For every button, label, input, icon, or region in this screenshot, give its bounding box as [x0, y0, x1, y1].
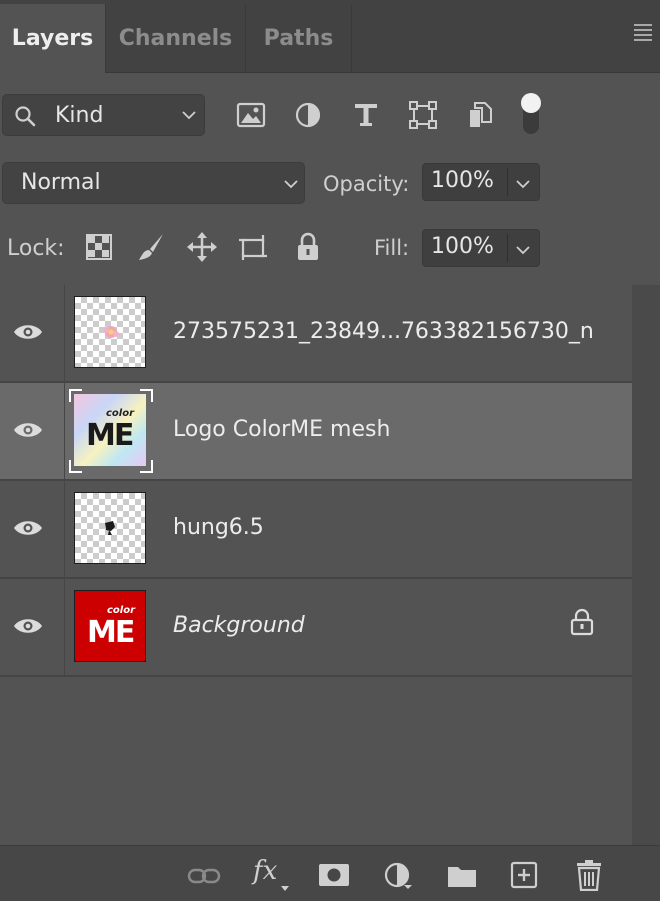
- lock-image-pixels-icon[interactable]: [136, 231, 168, 263]
- eye-icon: [14, 325, 42, 339]
- tab-channels[interactable]: Channels: [106, 4, 246, 72]
- new-adjustment-layer-icon[interactable]: [384, 862, 412, 890]
- chevron-down-icon: [182, 111, 196, 120]
- lock-artboard-icon[interactable]: [236, 231, 270, 263]
- smart-object-filter-icon[interactable]: [466, 100, 494, 130]
- kind-filter-label: Kind: [55, 103, 104, 128]
- figure-image: [105, 521, 115, 535]
- tab-paths-label: Paths: [263, 25, 334, 51]
- opacity-value: 100%: [431, 168, 494, 193]
- image-filter-icon[interactable]: [236, 101, 266, 129]
- layer-name[interactable]: 273575231_23849...763382156730_n: [173, 319, 594, 344]
- chevron-down-icon[interactable]: [515, 178, 531, 190]
- visibility-toggle[interactable]: [0, 579, 65, 675]
- eye-icon: [14, 619, 42, 633]
- tab-paths[interactable]: Paths: [246, 4, 352, 72]
- tab-layers-label: Layers: [11, 26, 94, 51]
- layer-thumbnail: color ME: [74, 590, 146, 662]
- chevron-down-icon: [284, 180, 298, 189]
- layers-bottom-toolbar: fx: [0, 845, 660, 901]
- panel-menu-icon[interactable]: [634, 24, 656, 46]
- layer-name[interactable]: Background: [173, 613, 305, 638]
- adjustment-filter-icon[interactable]: [294, 101, 322, 129]
- new-group-icon[interactable]: [446, 863, 478, 889]
- chevron-down-icon[interactable]: [515, 244, 531, 256]
- fill-field[interactable]: 100%: [422, 229, 540, 267]
- thumb-logo-main-text: ME: [87, 615, 135, 650]
- blend-mode-value: Normal: [21, 170, 101, 195]
- selection-brackets: [69, 389, 153, 473]
- delete-layer-icon[interactable]: [576, 859, 602, 891]
- layers-scrollbar[interactable]: [632, 285, 660, 845]
- opacity-label: Opacity:: [323, 172, 410, 196]
- shape-filter-icon[interactable]: [408, 100, 438, 130]
- fill-value: 100%: [431, 234, 494, 259]
- flower-image: [103, 326, 119, 338]
- layer-thumbnail: [74, 296, 146, 368]
- type-filter-icon[interactable]: [352, 101, 380, 129]
- layer-style-fx-icon[interactable]: fx: [253, 856, 277, 886]
- blend-mode-select[interactable]: Normal: [2, 162, 305, 204]
- kind-filter-select[interactable]: Kind: [2, 94, 205, 136]
- lock-all-icon[interactable]: [294, 231, 322, 263]
- opacity-field[interactable]: 100%: [422, 163, 540, 201]
- tab-channels-label: Channels: [118, 25, 233, 51]
- lock-transparent-pixels-icon[interactable]: [86, 234, 112, 260]
- layers-list: 273575231_23849...763382156730_n color M…: [0, 285, 632, 677]
- visibility-toggle[interactable]: [0, 285, 65, 381]
- layer-name[interactable]: hung6.5: [173, 515, 264, 540]
- tab-layers[interactable]: Layers: [0, 4, 106, 73]
- lock-label: Lock:: [7, 236, 65, 261]
- search-icon: [15, 106, 36, 127]
- fx-dropdown-indicator: [281, 886, 289, 891]
- link-layers-icon[interactable]: [187, 866, 221, 886]
- new-layer-icon[interactable]: [510, 861, 538, 889]
- fill-label: Fill:: [374, 236, 410, 260]
- filter-toggle-icon[interactable]: [520, 93, 542, 135]
- layer-row-selected[interactable]: color ME Logo ColorME mesh: [0, 383, 632, 481]
- layer-lock-icon[interactable]: [570, 608, 594, 636]
- visibility-toggle[interactable]: [0, 383, 65, 479]
- panel-tab-bar: Layers Channels Paths: [0, 0, 660, 73]
- lock-position-icon[interactable]: [186, 231, 218, 263]
- layer-row[interactable]: 273575231_23849...763382156730_n: [0, 285, 632, 383]
- layer-row[interactable]: hung6.5: [0, 481, 632, 579]
- layer-name[interactable]: Logo ColorME mesh: [173, 417, 390, 442]
- eye-icon: [14, 423, 42, 437]
- add-mask-icon[interactable]: [318, 863, 350, 887]
- layer-row-background[interactable]: color ME Background: [0, 579, 632, 677]
- visibility-toggle[interactable]: [0, 481, 65, 577]
- layer-thumbnail: [74, 492, 146, 564]
- eye-icon: [14, 521, 42, 535]
